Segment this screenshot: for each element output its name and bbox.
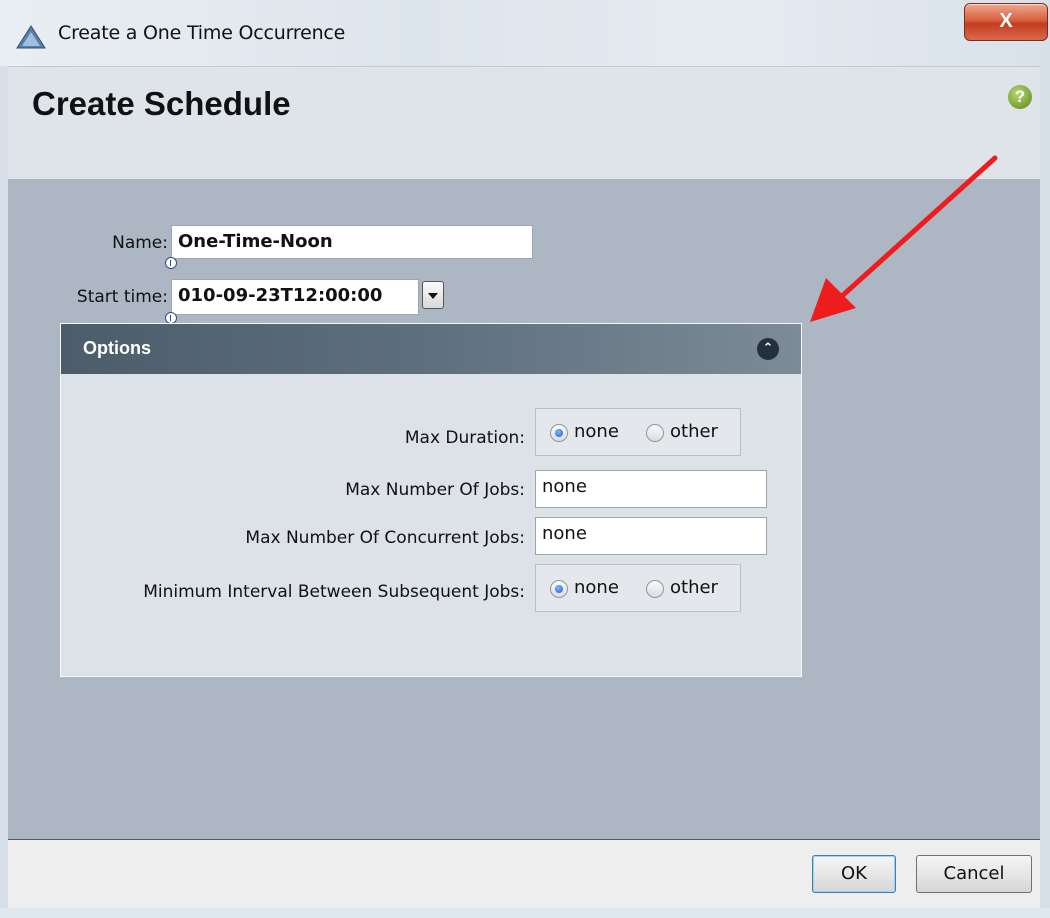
max-duration-other-radio[interactable]	[646, 424, 664, 442]
dialog-button-bar: OK Cancel	[8, 839, 1040, 909]
help-icon[interactable]: ?	[1008, 85, 1032, 109]
name-input[interactable]: One-Time-Noon	[171, 225, 533, 259]
form-area: Name: One-Time-Noon Start time: 010-09-2…	[8, 179, 1040, 839]
options-header[interactable]: Options ⌃	[61, 324, 801, 374]
min-interval-other-radio[interactable]	[646, 580, 664, 598]
app-logo-icon	[16, 25, 46, 49]
max-duration-none-label[interactable]: none	[574, 421, 619, 442]
window-titlebar: Create a One Time Occurrence X	[0, 0, 1050, 66]
min-interval-other-label[interactable]: other	[670, 577, 718, 598]
max-jobs-input[interactable]: none	[535, 470, 767, 508]
min-interval-label: Minimum Interval Between Subsequent Jobs…	[143, 582, 525, 602]
max-duration-none-radio[interactable]	[550, 424, 568, 442]
max-jobs-label: Max Number Of Jobs:	[345, 480, 525, 500]
start-time-label: Start time:	[76, 287, 168, 307]
min-interval-radio-group: none other	[535, 564, 741, 612]
max-concurrent-jobs-input[interactable]: none	[535, 517, 767, 555]
options-panel: Options ⌃ Max Duration: none other Max N…	[60, 323, 802, 677]
options-title: Options	[83, 338, 151, 358]
window-title: Create a One Time Occurrence	[58, 22, 346, 44]
max-duration-label: Max Duration:	[404, 428, 525, 448]
ok-button[interactable]: OK	[812, 855, 896, 893]
window-bottom-edge	[0, 908, 1050, 918]
dialog-header: Create Schedule ?	[8, 66, 1040, 180]
window-frame-left	[0, 66, 8, 918]
max-duration-other-label[interactable]: other	[670, 421, 718, 442]
max-concurrent-jobs-label: Max Number Of Concurrent Jobs:	[245, 528, 525, 548]
window-frame-right	[1040, 66, 1050, 918]
start-time-input[interactable]: 010-09-23T12:00:00	[171, 279, 419, 315]
page-title: Create Schedule	[32, 85, 291, 122]
collapse-chevron-up-icon[interactable]: ⌃	[757, 338, 779, 360]
min-interval-none-label[interactable]: none	[574, 577, 619, 598]
name-label: Name:	[112, 233, 168, 253]
max-duration-radio-group: none other	[535, 408, 741, 456]
close-button[interactable]: X	[964, 3, 1048, 41]
anchor-marker-icon	[165, 257, 177, 269]
cancel-button[interactable]: Cancel	[916, 855, 1032, 893]
min-interval-none-radio[interactable]	[550, 580, 568, 598]
start-time-dropdown-button[interactable]	[422, 281, 444, 309]
